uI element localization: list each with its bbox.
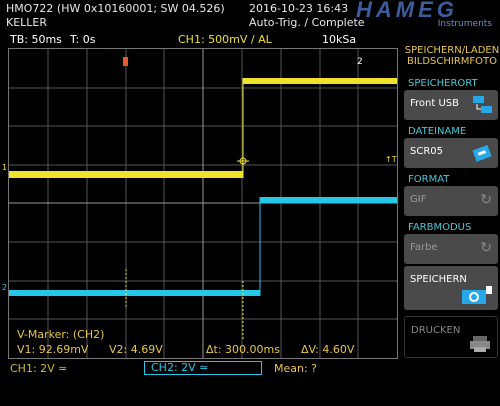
drucken-label: DRUCKEN <box>411 325 461 336</box>
format-label: FORMAT <box>408 174 450 185</box>
rotary-knob-icon: ↻ <box>480 192 492 208</box>
trigger-position-marker <box>123 57 128 66</box>
rotary-knob-icon: ↻ <box>480 240 492 256</box>
trigger-level-marker: ↑T <box>385 155 397 164</box>
dateiname-button[interactable]: SCR05 <box>404 138 498 168</box>
dateiname-label: DATEINAME <box>408 126 467 137</box>
measure-dv: ΔV: 4.60V <box>301 343 355 356</box>
graticule-axes <box>9 49 397 358</box>
status-bar: TB: 50ms T: 0s CH1: 500mV / AL 10kSa <box>8 33 398 48</box>
ch2-scale[interactable]: CH2: 2V ≃ <box>144 361 262 375</box>
ch1-scale[interactable]: CH1: 2V ≃ <box>10 362 67 375</box>
ch2-reference-marker: 2 <box>2 283 8 292</box>
channel-bar: CH1: 2V ≃ CH2: 2V ≃ Mean: ? <box>8 361 398 377</box>
softmenu-title-line1: SPEICHERN/LADEN <box>404 45 500 56</box>
farbmodus-value: Farbe <box>410 242 438 253</box>
ch1-trigger-readout: CH1: 500mV / AL <box>178 33 272 46</box>
timebase-readout: TB: 50ms <box>10 33 62 46</box>
user-name: KELLER <box>6 16 48 29</box>
camera-icon <box>462 286 492 304</box>
usb-icon <box>473 96 492 113</box>
format-value: GIF <box>410 194 427 205</box>
measure-dt: Δt: 300.00ms <box>206 343 280 356</box>
waveform-canvas <box>9 49 397 358</box>
softmenu-title-line2: BILDSCHIRMFOTO <box>406 56 498 67</box>
dateiname-value: SCR05 <box>410 146 444 157</box>
trigger-time-readout: T: 0s <box>70 33 96 46</box>
measure-title: V-Marker: (CH2) <box>17 328 105 341</box>
speichern-button[interactable]: SPEICHERN <box>404 266 498 310</box>
farbmodus-label: FARBMODUS <box>408 222 472 233</box>
measure-v2: V2: 4.69V <box>109 343 163 356</box>
samplerate-readout: 10kSa <box>322 33 357 46</box>
speicherort-value: Front USB <box>410 98 459 109</box>
softmenu-title: SPEICHERN/LADEN BILDSCHIRMFOTO <box>404 45 500 67</box>
trigger-marker-2: 2 <box>357 57 363 67</box>
brand-subtitle: Instruments <box>437 19 492 29</box>
format-button[interactable]: GIF ↻ <box>404 186 498 216</box>
model-info: HMO722 (HW 0x10160001; SW 04.526) <box>6 2 225 15</box>
ch1-reference-marker: 1 <box>2 163 8 172</box>
measure-v1: V1: 92.69mV <box>17 343 89 356</box>
printer-icon <box>470 336 490 352</box>
speichern-label: SPEICHERN <box>410 274 467 285</box>
speicherort-label: SPEICHERORT <box>408 78 478 89</box>
drucken-button[interactable]: DRUCKEN <box>404 316 498 358</box>
farbmodus-button[interactable]: Farbe ↻ <box>404 234 498 264</box>
scope-display[interactable]: 2 ↑T 1 2 V-Marker: (CH2) V1: 92.69mV V2:… <box>2 48 398 359</box>
speicherort-button[interactable]: Front USB <box>404 90 498 120</box>
brand-logo: HAMEG Instruments <box>352 0 500 30</box>
datetime: 2016-10-23 16:43 <box>249 2 349 15</box>
keyboard-icon <box>472 144 492 162</box>
trigger-state: Auto-Trig. / Complete <box>249 16 365 29</box>
mean-readout: Mean: ? <box>274 362 318 375</box>
